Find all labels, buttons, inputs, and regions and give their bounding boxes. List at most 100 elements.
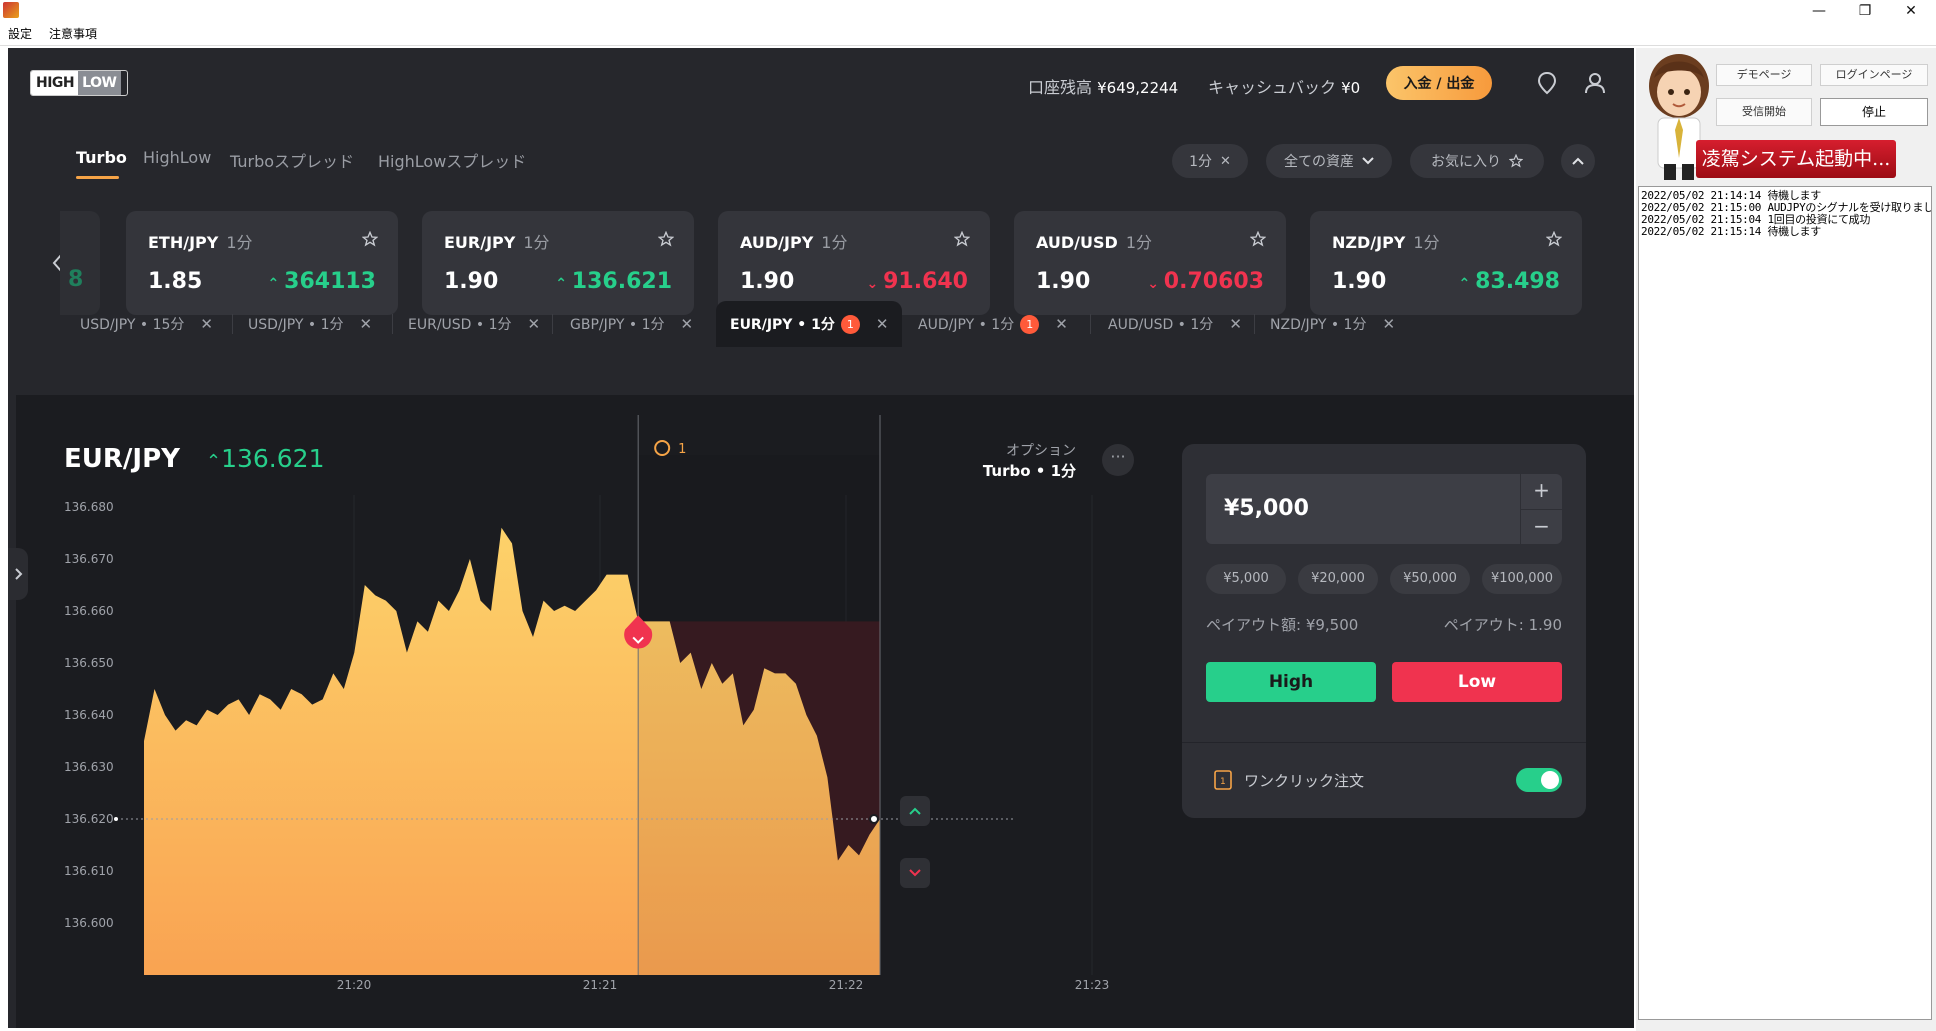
chart-tab-audusd-1[interactable]: AUD/USD • 1分 ✕: [1094, 301, 1242, 347]
close-icon[interactable]: ✕: [681, 315, 694, 333]
current-price-dot-left: [114, 817, 118, 821]
stop-button[interactable]: 停止: [1820, 98, 1928, 126]
tab-turbo-spread[interactable]: Turboスプレッド: [230, 148, 354, 172]
y-tick-label: 136.660: [64, 604, 114, 618]
star-icon[interactable]: [954, 231, 970, 247]
asset-price: ⌄ 91.640: [866, 269, 968, 294]
asset-payout: 1.90: [444, 269, 499, 294]
low-button[interactable]: Low: [1392, 662, 1562, 702]
chart-tab-eurusd-1[interactable]: EUR/USD • 1分 ✕: [394, 301, 540, 347]
location-pin-icon[interactable]: [1534, 70, 1560, 96]
price-chart[interactable]: 136.680 136.670 136.660 136.650 136.640 136.6…: [16, 395, 1176, 995]
chart-tab-usdjpy-1[interactable]: USD/JPY • 1分 ✕: [234, 301, 372, 347]
chevron-up-icon: [1572, 157, 1584, 165]
star-icon[interactable]: [658, 231, 674, 247]
close-window-button[interactable]: ✕: [1888, 0, 1934, 22]
favorites-filter[interactable]: お気に入り: [1410, 144, 1544, 178]
close-icon[interactable]: ✕: [1382, 315, 1395, 333]
amount-minus-button[interactable]: −: [1520, 509, 1562, 544]
star-icon[interactable]: [1250, 231, 1266, 247]
chart-down-button[interactable]: [900, 858, 930, 888]
amount-field: + −: [1206, 474, 1562, 544]
chevron-down-icon: [1362, 157, 1374, 165]
asset-card-eth-jpy[interactable]: ETH/JPY 1分 1.85 ⌃ 364113: [126, 211, 398, 315]
menu-notes[interactable]: 注意事項: [49, 25, 97, 42]
logo-high: HIGH: [31, 71, 79, 95]
trade-panel: + − ¥5,000 ¥20,000 ¥50,000 ¥100,000 ペイアウ…: [1182, 444, 1586, 818]
highlow-logo[interactable]: HIGH LOW: [30, 70, 128, 96]
status-banner: 凌駕システム起動中...: [1696, 140, 1896, 178]
close-icon[interactable]: ✕: [200, 315, 213, 333]
preset-5000[interactable]: ¥5,000: [1206, 564, 1286, 594]
asset-card-partial[interactable]: 8: [60, 211, 100, 315]
minimize-button[interactable]: —: [1796, 0, 1842, 22]
trade-marker-icon: [654, 440, 671, 456]
chart-tab-label: EUR/JPY • 1分: [730, 317, 835, 333]
menu-settings[interactable]: 設定: [8, 25, 32, 42]
tab-highlow[interactable]: HighLow: [143, 148, 211, 167]
deposit-withdraw-button[interactable]: 入金 / 出金: [1386, 66, 1492, 100]
balance-label: 口座残高: [1028, 78, 1093, 97]
duration-filter[interactable]: 1分 ✕: [1172, 144, 1248, 178]
y-tick-label: 136.610: [64, 864, 114, 878]
close-icon[interactable]: ✕: [1055, 315, 1068, 333]
asset-price: ⌃ 83.498: [1458, 269, 1560, 294]
chart-up-button[interactable]: [900, 796, 930, 826]
post-entry-shade: [638, 455, 880, 975]
y-tick-label: 136.650: [64, 656, 114, 670]
star-icon[interactable]: [362, 231, 378, 247]
log-box[interactable]: 2022/05/02 21:14:14 待機します 2022/05/02 21:…: [1638, 186, 1932, 1020]
login-page-button[interactable]: ログインページ: [1820, 64, 1928, 86]
close-icon[interactable]: ✕: [876, 315, 889, 333]
arrow-up-icon: ⌃: [555, 276, 572, 292]
chart-tab-audjpy-1[interactable]: AUD/JPY • 1分 1 ✕: [904, 301, 1068, 347]
asset-card-eur-jpy[interactable]: EUR/JPY 1分 1.90 ⌃ 136.621: [422, 211, 694, 315]
y-tick-label: 136.630: [64, 760, 114, 774]
high-button[interactable]: High: [1206, 662, 1376, 702]
preset-100000[interactable]: ¥100,000: [1482, 564, 1562, 594]
side-panel: デモページ ログインページ 受信開始 停止 凌駕システム起動中... 2022/…: [1636, 48, 1936, 1031]
start-receive-button[interactable]: 受信開始: [1716, 98, 1812, 126]
close-icon[interactable]: ✕: [1229, 315, 1242, 333]
chart-tab-eurjpy-1[interactable]: EUR/JPY • 1分 1 ✕: [716, 301, 902, 347]
close-icon[interactable]: ✕: [528, 315, 541, 333]
tab-turbo[interactable]: Turbo: [76, 148, 127, 167]
chart-tab-label: USD/JPY • 1分: [248, 317, 344, 333]
star-icon[interactable]: [1546, 231, 1562, 247]
tab-highlow-spread[interactable]: HighLowスプレッド: [378, 148, 526, 172]
assets-filter[interactable]: 全ての資産: [1266, 144, 1392, 178]
restore-button[interactable]: ❐: [1842, 0, 1888, 22]
one-click-label: ワンクリック注文: [1244, 772, 1365, 790]
chart-tab-nzdjpy-1[interactable]: NZD/JPY • 1分 ✕: [1256, 301, 1395, 347]
title-bar: — ❐ ✕: [0, 0, 1936, 22]
asset-price: ⌄ 0.70603: [1147, 269, 1264, 294]
asset-card-aud-usd[interactable]: AUD/USD 1分 1.90 ⌄ 0.70603: [1014, 211, 1286, 315]
y-tick-label: 136.670: [64, 552, 114, 566]
tab-divider: [552, 314, 553, 334]
one-click-toggle[interactable]: [1516, 768, 1562, 792]
amount-plus-button[interactable]: +: [1520, 474, 1562, 509]
chart-tab-usdjpy-15[interactable]: USD/JPY • 15分 ✕: [66, 301, 213, 347]
chart-tab-label: AUD/JPY • 1分: [918, 317, 1015, 333]
asset-card-nzd-jpy[interactable]: NZD/JPY 1分 1.90 ⌃ 83.498: [1310, 211, 1582, 315]
tab-divider: [232, 314, 233, 334]
close-icon[interactable]: ✕: [360, 315, 373, 333]
amount-input[interactable]: [1224, 490, 1484, 526]
preset-50000[interactable]: ¥50,000: [1390, 564, 1470, 594]
asset-payout: 1.90: [1036, 269, 1091, 294]
asset-payout: 1.85: [148, 269, 203, 294]
menu-bar: 設定 注意事項: [0, 22, 1936, 46]
preset-20000[interactable]: ¥20,000: [1298, 564, 1378, 594]
demo-page-button[interactable]: デモページ: [1716, 64, 1812, 86]
notification-badge: 1: [840, 314, 860, 334]
asset-price-value: 0.70603: [1163, 269, 1264, 294]
user-icon[interactable]: [1582, 70, 1608, 96]
tab-divider: [1254, 314, 1255, 334]
asset-name: ETH/JPY 1分: [148, 229, 253, 253]
partial-price: 8: [68, 267, 84, 292]
chart-tab-gbpjpy-1[interactable]: GBP/JPY • 1分 ✕: [556, 301, 693, 347]
asset-pair: EUR/JPY: [444, 233, 516, 252]
asset-card-aud-jpy[interactable]: AUD/JPY 1分 1.90 ⌄ 91.640: [718, 211, 990, 315]
collapse-button[interactable]: [1561, 144, 1595, 178]
clear-icon[interactable]: ✕: [1220, 154, 1231, 169]
